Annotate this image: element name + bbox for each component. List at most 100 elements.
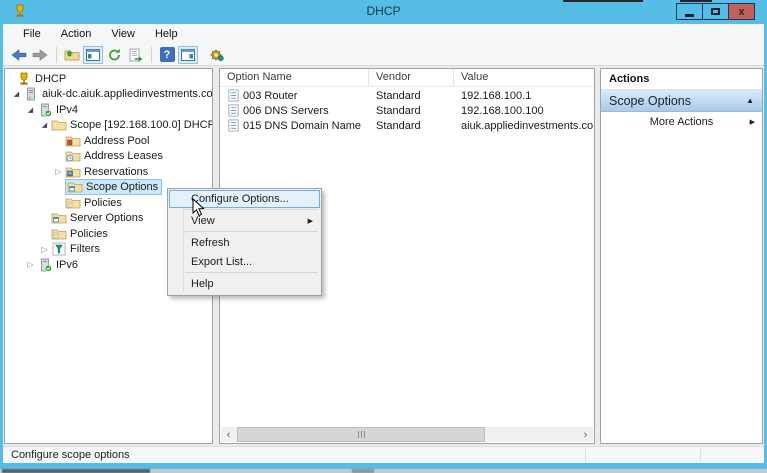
submenu-arrow-icon: ▶ [308,217,313,225]
toolbar: ? [3,44,764,66]
option-item-icon [227,104,240,117]
server-options-folder-icon [51,211,67,225]
more-actions-label: More Actions [650,116,714,128]
customize-button[interactable] [207,46,227,64]
menu-separator [185,231,318,232]
ipv4-server-check-icon [37,103,53,117]
help-button[interactable]: ? [157,46,177,64]
menu-item-refresh[interactable]: Refresh [168,233,321,252]
show-console-tree-button[interactable] [83,46,103,64]
reservations-folder-icon [65,165,81,179]
tree-item-scope[interactable]: ◢ Scope [192.168.100.0] DHCP [5,118,212,134]
tree-item-label: IPv4 [56,104,78,116]
menu-view[interactable]: View [103,26,143,42]
list-row-003-router[interactable]: 003 Router Standard 192.168.100.1 [220,88,594,103]
tree-item-label: Reservations [84,166,148,178]
refresh-button[interactable] [104,46,124,64]
up-one-level-button[interactable] [62,46,82,64]
expander-closed-icon[interactable]: ▷ [52,167,65,176]
titlebar[interactable]: DHCP x [0,0,767,24]
policies-folder-icon [51,227,67,241]
column-header-value[interactable]: Value [454,69,594,86]
tree-item-label: Server Options [70,212,143,224]
address-leases-folder-icon [65,149,81,163]
menu-item-export-list[interactable]: Export List... [168,252,321,271]
forward-button[interactable] [30,46,50,64]
up-folder-icon [64,48,80,62]
scrollbar-thumb[interactable] [237,427,485,442]
menu-separator [185,272,318,273]
expander-open-icon[interactable]: ◢ [10,90,23,98]
statusbar-divider [700,449,701,461]
option-name: 006 DNS Servers [243,105,329,117]
background-fragment [352,469,374,473]
tree-item-label: Scope [192.168.100.0] DHCP [70,119,213,131]
status-bar: Configure scope options [3,446,764,463]
option-item-icon [227,119,240,132]
tree-item-label: DHCP [35,73,66,85]
status-text: Configure scope options [11,449,130,461]
more-actions-item[interactable]: More Actions ▶ [601,112,762,132]
scroll-left-arrow-icon[interactable]: ‹ [221,427,236,442]
option-item-icon [227,89,240,102]
actions-section-title: Scope Options [609,94,691,108]
selected-highlight: Scope Options [65,179,162,195]
tree-item-ipv4[interactable]: ◢ IPv4 [5,102,212,118]
close-icon: x [738,6,744,18]
column-header-vendor[interactable]: Vendor [369,69,454,86]
horizontal-scrollbar[interactable]: ‹ › [221,427,593,442]
menu-bar: File Action View Help [3,24,764,44]
filters-funnel-icon [51,242,67,256]
option-name: 003 Router [243,90,297,102]
refresh-icon [107,48,122,62]
background-fragment [563,0,643,2]
menu-file[interactable]: File [15,26,49,42]
tree-item-address-leases[interactable]: Address Leases [5,149,212,165]
mouse-cursor [192,198,206,221]
toolbar-separator [151,47,152,63]
option-vendor: Standard [369,90,454,102]
menu-item-view[interactable]: View ▶ [168,211,321,230]
tree-item-address-pool[interactable]: Address Pool [5,133,212,149]
minimize-button[interactable] [676,3,703,20]
tree-item-label: Policies [84,197,122,209]
expander-open-icon[interactable]: ◢ [38,121,51,129]
close-button[interactable]: x [728,3,755,20]
option-value: 192.168.100.100 [454,105,594,117]
export-list-button[interactable] [125,46,145,64]
list-row-006-dns-servers[interactable]: 006 DNS Servers Standard 192.168.100.100 [220,103,594,118]
maximize-button[interactable] [702,3,729,20]
menu-item-help[interactable]: Help [168,274,321,293]
maximize-icon [711,8,720,15]
dhcp-window: DHCP x File Action View Help [0,0,767,469]
menu-action[interactable]: Action [53,26,100,42]
list-row-015-dns-domain[interactable]: 015 DNS Domain Name Standard aiuk.applie… [220,118,594,133]
expander-open-icon[interactable]: ◢ [24,106,37,114]
tree-item-dhcp-root[interactable]: DHCP [5,71,212,87]
collapse-chevron-up-icon[interactable]: ▲ [746,96,754,105]
list-header: Option Name Vendor Value [220,69,594,87]
expander-closed-icon[interactable]: ▷ [24,260,37,269]
statusbar-divider [585,449,586,461]
tree-item-reservations[interactable]: ▷ Reservations [5,164,212,180]
main-area: DHCP ◢ aiuk-dc.aiuk.appliedinvestments.c… [3,66,764,446]
menu-help[interactable]: Help [147,26,186,42]
actions-section-scope-options[interactable]: Scope Options ▲ [601,90,762,112]
context-menu: Configure Options... View ▶ Refresh Expo… [167,188,322,296]
tree-item-label: Address Pool [84,135,149,147]
show-action-pane-button[interactable] [178,46,198,64]
tree-item-server[interactable]: ◢ aiuk-dc.aiuk.appliedinvestments.co.uk [5,87,212,103]
submenu-arrow-icon: ▶ [750,118,755,126]
policies-folder-icon [65,196,81,210]
back-button[interactable] [9,46,29,64]
tree-item-label: Filters [70,243,100,255]
column-header-option-name[interactable]: Option Name [220,69,369,86]
scope-options-folder-icon [67,180,83,194]
actions-pane-header: Actions [601,69,762,90]
background-fragment [2,469,150,473]
tree-item-label: aiuk-dc.aiuk.appliedinvestments.co.uk [42,88,213,100]
desktop-background-strip [0,469,767,473]
expander-closed-icon[interactable]: ▷ [38,245,51,254]
scroll-right-arrow-icon[interactable]: › [578,427,593,442]
console-window-icon [86,49,100,61]
